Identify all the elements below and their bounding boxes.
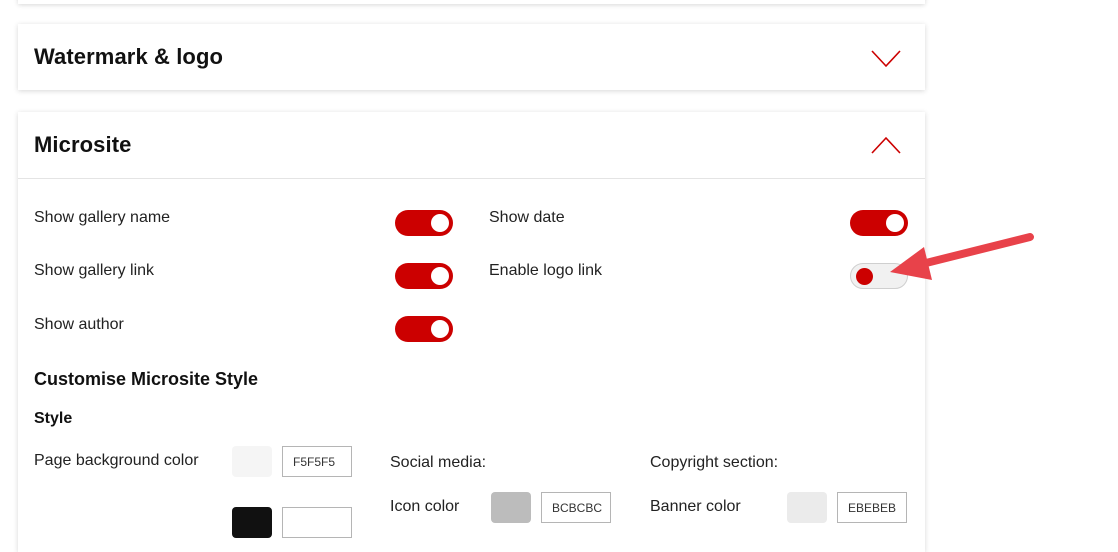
show-date-label: Show date [489,209,565,226]
chevron-down-icon[interactable] [871,50,901,68]
toggle-knob [431,214,449,232]
watermark-logo-panel[interactable]: Watermark & logo [18,24,925,90]
show-gallery-name-label: Show gallery name [34,209,171,226]
show-gallery-link-label: Show gallery link [34,262,155,279]
social-media-heading: Social media: [390,454,487,471]
page-background-label: Page background color [34,452,199,469]
watermark-logo-title: Watermark & logo [34,44,224,69]
style-subheading: Style [34,410,73,427]
icon-color-swatch[interactable] [491,492,531,523]
enable-logo-link-label: Enable logo link [489,262,602,279]
icon-color-label: Icon color [390,498,460,515]
color-hex-input[interactable] [282,507,352,538]
page-background-hex-input[interactable] [282,446,352,477]
banner-color-label: Banner color [650,498,741,515]
copyright-section-heading: Copyright section: [650,454,779,471]
annotation-arrow-icon [890,233,1034,280]
microsite-title: Microsite [34,132,132,157]
toggle-knob [431,267,449,285]
color-swatch[interactable] [232,507,272,538]
toggle-knob [431,320,449,338]
customise-style-heading: Customise Microsite Style [34,369,259,389]
microsite-panel: Microsite Show gallery name Show gallery… [18,112,925,552]
toggle-knob [856,268,873,285]
banner-color-swatch[interactable] [787,492,827,523]
icon-color-hex-input[interactable] [541,492,611,523]
chevron-up-icon[interactable] [871,136,901,154]
banner-color-hex-input[interactable] [837,492,907,523]
show-gallery-link-toggle[interactable] [395,263,453,289]
previous-panel [18,0,925,4]
show-author-toggle[interactable] [395,316,453,342]
page-background-swatch[interactable] [232,446,272,477]
show-author-label: Show author [34,316,124,333]
panel-divider [18,178,925,179]
show-gallery-name-toggle[interactable] [395,210,453,236]
